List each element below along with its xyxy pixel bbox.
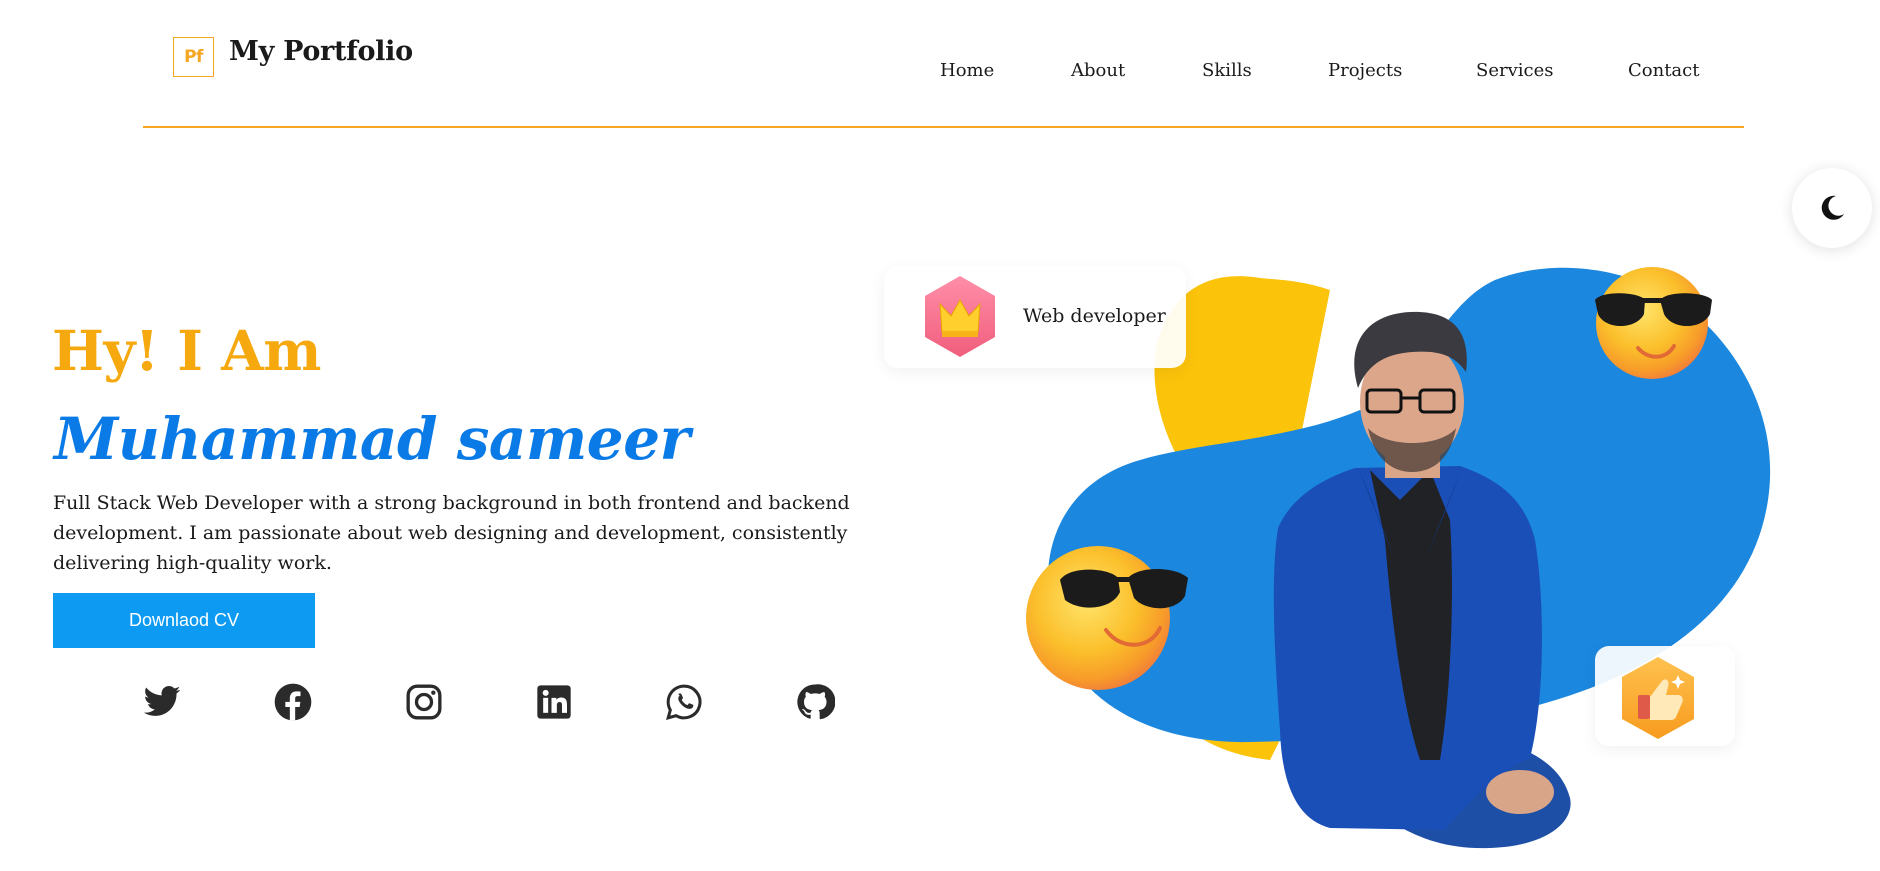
person-photo (1273, 311, 1571, 849)
crown-badge-icon (925, 276, 995, 357)
twitter-icon[interactable] (142, 682, 182, 722)
nav-projects[interactable]: Projects (1328, 60, 1402, 81)
nav-contact[interactable]: Contact (1628, 60, 1699, 81)
moon-icon (1821, 195, 1844, 220)
theme-toggle-button[interactable] (1792, 168, 1872, 248)
nav-home[interactable]: Home (940, 60, 994, 81)
facebook-icon[interactable] (273, 682, 313, 722)
hero-greeting: Hy! I Am (52, 318, 321, 383)
github-icon[interactable] (795, 682, 835, 722)
linkedin-icon[interactable] (534, 682, 574, 722)
sunglasses-emoji-small (1595, 267, 1712, 379)
whatsapp-icon[interactable] (664, 682, 704, 722)
yellow-blob-lower (1148, 640, 1300, 760)
nav-about[interactable]: About (1071, 60, 1125, 81)
nav-services[interactable]: Services (1476, 60, 1553, 81)
web-developer-label: Web developer (1023, 305, 1166, 327)
sunglasses-emoji-large (1026, 546, 1188, 690)
nav-skills[interactable]: Skills (1202, 60, 1252, 81)
download-cv-button[interactable]: Downlaod CV (53, 593, 315, 648)
main-nav: Home About Skills Projects Services Cont… (0, 60, 1880, 84)
instagram-icon[interactable] (404, 682, 444, 722)
hero-name: Muhammad sameer (54, 405, 690, 473)
header-divider (143, 126, 1744, 128)
hero-bio: Full Stack Web Developer with a strong b… (53, 492, 850, 574)
thumbs-up-icon (1622, 657, 1694, 739)
